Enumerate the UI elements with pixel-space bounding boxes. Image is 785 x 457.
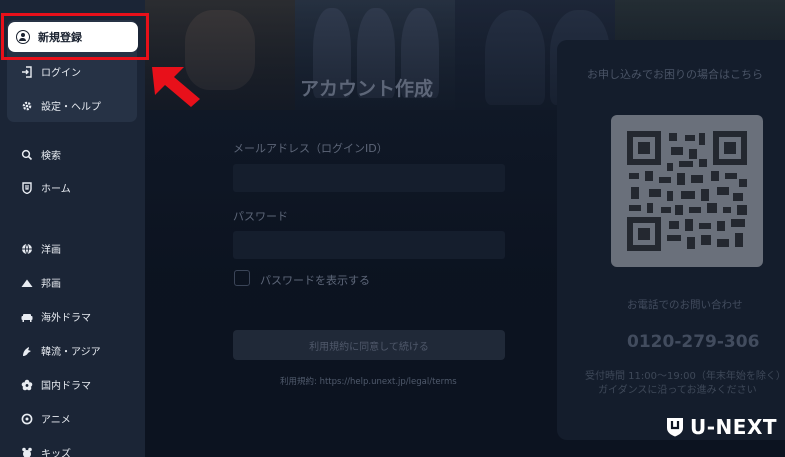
- email-field[interactable]: [233, 164, 505, 192]
- sidebar-item-foreign-drama[interactable]: 海外ドラマ: [20, 309, 91, 324]
- globe-icon: [20, 242, 33, 255]
- gear-icon: [20, 99, 33, 112]
- sidebar-item-kids[interactable]: キッズ: [20, 445, 71, 457]
- login-icon: [20, 65, 33, 78]
- password-field[interactable]: [233, 231, 505, 259]
- shield-logo-icon: [667, 418, 683, 437]
- search-icon: [20, 148, 33, 161]
- sidebar-item-korean-asian[interactable]: 韓流・アジア: [20, 343, 101, 358]
- sidebar-item-anime[interactable]: アニメ: [20, 411, 71, 426]
- sidebar-item-label: 国内ドラマ: [41, 381, 91, 392]
- sidebar-item-label: アニメ: [41, 415, 71, 426]
- help-title: お申し込みでお困りの場合はこちら: [587, 68, 763, 81]
- logo-text: U-NEXT: [690, 415, 778, 439]
- home-icon: [20, 181, 33, 194]
- sidebar-item-label: ホーム: [41, 184, 71, 195]
- phone-inquiry-label: お電話でのお問い合わせ: [627, 299, 743, 311]
- show-password-checkbox[interactable]: [234, 270, 250, 286]
- sofa-icon: [20, 310, 33, 323]
- sidebar-item-domestic-drama[interactable]: 国内ドラマ: [20, 377, 91, 392]
- unext-logo: U-NEXT: [666, 415, 777, 439]
- highlight-box: [1, 13, 149, 60]
- hours-text: 受付時間 11:00～19:00（年末年始を除く）: [585, 371, 785, 382]
- sidebar: 新規登録 ログイン 設定・ヘルプ 検索 ホーム 洋画 邦画 海外ドラマ 韓流・ア…: [0, 0, 145, 457]
- flower-icon: [20, 378, 33, 391]
- mountain-icon: [20, 276, 33, 289]
- sidebar-item-label: 韓流・アジア: [41, 347, 101, 358]
- pointer-arrow-icon: [152, 67, 200, 107]
- email-label: メールアドレス（ログインID）: [233, 142, 388, 155]
- sidebar-item-home[interactable]: ホーム: [20, 180, 71, 195]
- anime-icon: [20, 412, 33, 425]
- qr-code-icon: [627, 131, 747, 251]
- kids-icon: [20, 446, 33, 457]
- login-button[interactable]: ログイン: [20, 64, 81, 79]
- sidebar-item-label: 海外ドラマ: [41, 313, 91, 324]
- sidebar-item-western-movies[interactable]: 洋画: [20, 241, 61, 256]
- sidebar-item-label: 検索: [41, 151, 61, 162]
- show-password-label[interactable]: パスワードを表示する: [260, 272, 370, 288]
- page-title: アカウント作成: [300, 78, 434, 100]
- sidebar-item-japanese-movies[interactable]: 邦画: [20, 275, 61, 290]
- dragon-icon: [20, 344, 33, 357]
- agree-continue-button[interactable]: 利用規約に同意して続ける: [233, 330, 505, 360]
- terms-link[interactable]: 利用規約: https://help.unext.jp/legal/terms: [280, 375, 457, 387]
- settings-help-label: 設定・ヘルプ: [41, 102, 101, 113]
- login-label: ログイン: [41, 68, 81, 79]
- sidebar-item-search[interactable]: 検索: [20, 147, 61, 162]
- phone-number: 0120-279-306: [627, 332, 760, 352]
- sidebar-item-label: 洋画: [41, 245, 61, 256]
- guidance-text: ガイダンスに沿ってお進みください: [598, 385, 757, 396]
- sidebar-item-label: 邦画: [41, 279, 61, 290]
- settings-help-button[interactable]: 設定・ヘルプ: [20, 98, 101, 113]
- password-label: パスワード: [233, 210, 288, 223]
- sidebar-item-label: キッズ: [41, 449, 71, 457]
- qr-code: [611, 115, 763, 267]
